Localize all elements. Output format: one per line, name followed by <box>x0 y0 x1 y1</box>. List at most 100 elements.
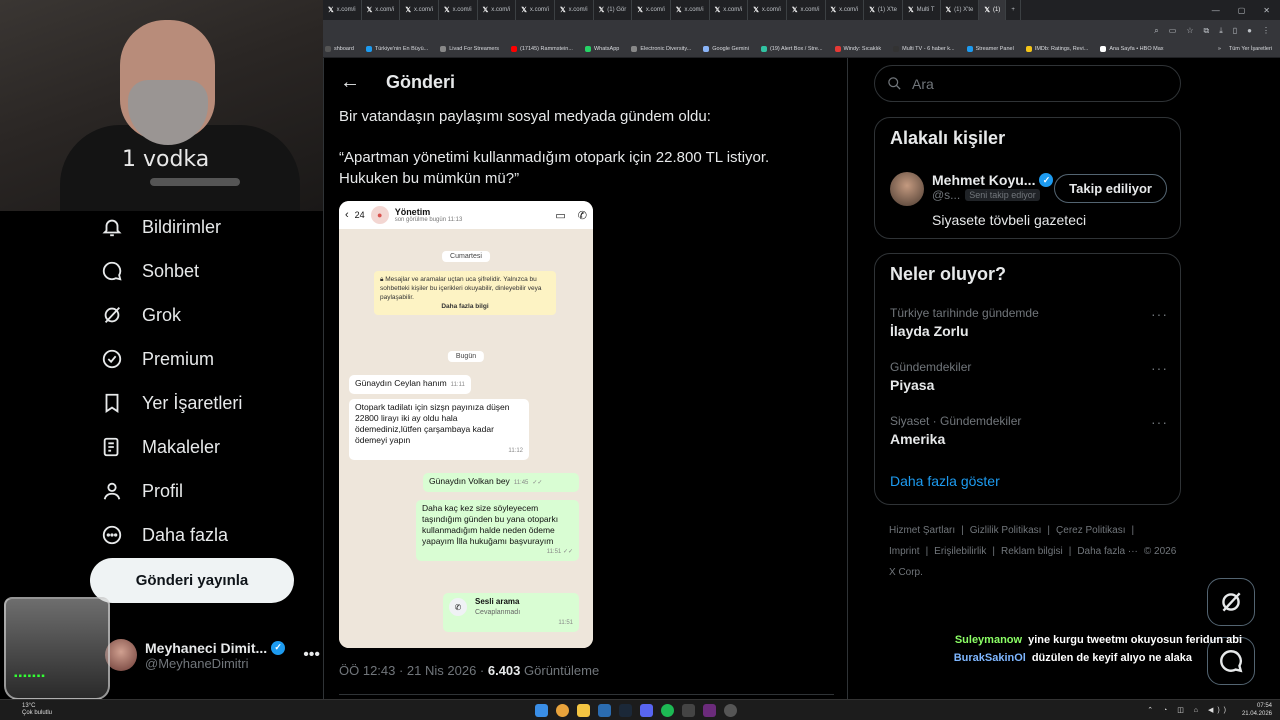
obs-icon[interactable] <box>703 704 716 717</box>
footer-link[interactable]: Hizmet Şartları <box>889 525 955 536</box>
star-icon[interactable]: ☆ <box>1186 26 1193 35</box>
window-controls[interactable]: — ▢ ✕ <box>1212 6 1280 15</box>
trend-item[interactable]: Siyaset · Gündemdekiler Amerika ··· <box>890 414 1168 447</box>
related-name[interactable]: Mehmet Koyu... <box>932 172 1035 188</box>
sidebar-item-profile[interactable]: Profil <box>90 469 323 513</box>
browser-tab[interactable]: 𝕏 (1) X'te <box>864 0 903 20</box>
chrome-icon[interactable] <box>556 704 569 717</box>
settings-icon[interactable] <box>682 704 695 717</box>
browser-tab[interactable]: 𝕏x.com/i <box>362 0 401 20</box>
sidebar-item-grok[interactable]: Grok <box>90 293 323 337</box>
sidebar-item-verified[interactable]: Premium <box>90 337 323 381</box>
app-icon[interactable] <box>724 704 737 717</box>
browser-tab[interactable]: 𝕏x.com/i <box>400 0 439 20</box>
browser-tab[interactable]: 𝕏x.com/i <box>632 0 671 20</box>
cast-icon[interactable]: ▭ <box>1169 26 1177 35</box>
profile-icon[interactable]: ● <box>1247 26 1252 35</box>
browser-tab[interactable]: 𝕏x.com/i <box>671 0 710 20</box>
avatar[interactable] <box>890 172 924 206</box>
sidebar-item-more[interactable]: Daha fazla <box>90 513 323 557</box>
back-arrow-icon[interactable]: ← <box>340 71 360 94</box>
clock[interactable]: 07:54 21.04.2026 <box>1242 702 1272 718</box>
browser-tab[interactable]: 𝕏x.com/i <box>787 0 826 20</box>
footer-link[interactable]: Erişilebilirlik <box>934 546 986 557</box>
bookmark-item[interactable]: IMDb: Ratings, Revi... <box>1025 46 1088 52</box>
sidebar-item-bell[interactable]: Bildirimler <box>90 205 323 249</box>
footer-link[interactable]: Daha fazla ··· <box>1077 546 1138 557</box>
sidebar-item-chat[interactable]: Sohbet <box>90 249 323 293</box>
menu-icon[interactable]: ⋮ <box>1262 26 1270 35</box>
close-window-icon[interactable]: ✕ <box>1263 6 1270 15</box>
all-bookmarks-link[interactable]: Tüm Yer İşaretleri <box>1229 46 1272 52</box>
footer-link[interactable]: Gizlilik Politikası <box>970 525 1042 536</box>
bookmark-item[interactable]: Türkiye'nin En Büyü... <box>365 46 428 52</box>
grok-button[interactable] <box>1207 578 1255 626</box>
system-tray[interactable]: ⌃ ◔ ◫ ⌂ ◀)) <box>1147 706 1230 714</box>
message-bubble: Günaydın Volkan bey 11:45 ✓✓ <box>423 473 579 492</box>
bookmark-item[interactable]: Multi TV - 6 haber k... <box>893 46 955 52</box>
browser-tab[interactable]: 𝕏x.com/i <box>826 0 865 20</box>
folder-icon[interactable] <box>577 704 590 717</box>
browser-tab[interactable]: 𝕏x.com/i <box>710 0 749 20</box>
footer-separator: | <box>992 546 996 557</box>
browser-tab[interactable]: 𝕏x.com/i <box>323 0 362 20</box>
verified-badge-icon: ✓ <box>1039 173 1054 187</box>
spotify-icon[interactable] <box>661 704 674 717</box>
maximize-icon[interactable]: ▢ <box>1238 6 1246 15</box>
steam-icon[interactable] <box>619 704 632 717</box>
stream-chat-line: BurakSakinOl düzülen de keyif alıyo ne al… <box>954 652 1192 664</box>
browser-tab[interactable]: 𝕏 (1) <box>979 0 1007 20</box>
bookmarks-overflow-icon[interactable]: » <box>1218 46 1221 52</box>
bookmark-item[interactable]: (19) Alert Box / Stre... <box>760 46 823 52</box>
tab-label: Multi T <box>916 7 935 13</box>
more-options-icon[interactable]: ··· <box>1151 414 1168 430</box>
bookmark-item[interactable]: Streamer Panel <box>966 46 1014 52</box>
search-input[interactable]: Ara <box>874 65 1181 102</box>
browser-tab[interactable]: 𝕏 (1) Gör <box>594 0 633 20</box>
bookmark-item[interactable]: Ana Sayfa • HBO Max <box>1100 46 1164 52</box>
footer-link[interactable]: Imprint <box>889 546 920 557</box>
bookmark-item[interactable]: Electronic Diversity... <box>631 46 691 52</box>
sidepanel-icon[interactable]: ▯ <box>1233 26 1237 35</box>
trend-item[interactable]: Gündemdekiler Piyasa ··· <box>890 360 1168 393</box>
chat-message: düzülen de keyif alıyo ne alaka <box>1031 652 1192 664</box>
post-button[interactable]: Gönderi yayınla <box>90 558 294 603</box>
new-tab-icon[interactable]: + <box>1006 0 1021 20</box>
bookmark-item[interactable]: shboard <box>325 46 354 52</box>
wa-back-count: 24 <box>354 210 365 220</box>
browser-tab[interactable]: 𝕏 Multi T <box>903 0 941 20</box>
start-icon[interactable] <box>535 704 548 717</box>
browser-tab[interactable]: 𝕏x.com/i <box>555 0 594 20</box>
more-options-icon[interactable]: ••• <box>303 646 320 664</box>
minimize-icon[interactable]: — <box>1212 6 1220 15</box>
tweet-timestamp[interactable]: ÖÖ 12:43 · 21 Nis 2026 · <box>339 663 488 678</box>
browser-tab[interactable]: 𝕏x.com/i <box>516 0 555 20</box>
bookmark-item[interactable]: Google Gemini <box>703 46 749 52</box>
trend-item[interactable]: Türkiye tarihinde gündemde İlayda Zorlu ··… <box>890 306 1168 339</box>
browser-tab[interactable]: 𝕏x.com/i <box>439 0 478 20</box>
browser-tab[interactable]: 𝕏 (1) X'te <box>941 0 980 20</box>
browser-tab[interactable]: 𝕏x.com/i <box>748 0 787 20</box>
sidebar-item-bookmark[interactable]: Yer İşaretleri <box>90 381 323 425</box>
bookmark-item[interactable]: Windy: Sıcaklık <box>834 46 881 52</box>
store-icon[interactable] <box>598 704 611 717</box>
show-more-link[interactable]: Daha fazla göster <box>890 473 1000 489</box>
following-button[interactable]: Takip ediliyor <box>1054 174 1167 203</box>
bookmark-label: Ana Sayfa • HBO Max <box>1109 46 1164 52</box>
bookmark-item[interactable]: WhatsApp <box>584 46 619 52</box>
bookmark-item[interactable]: (17145) Rammstein... <box>511 46 573 52</box>
bookmark-item[interactable]: Livad For Streamers <box>440 46 499 52</box>
browser-tab[interactable]: 𝕏x.com/i <box>478 0 517 20</box>
weather-widget[interactable]: 13°C Çok bulutlu <box>0 703 52 717</box>
footer-link[interactable]: Çerez Politikası <box>1056 525 1125 536</box>
more-options-icon[interactable]: ··· <box>1151 306 1168 322</box>
extensions-icon[interactable]: ⧉ <box>1203 26 1209 36</box>
zoom-icon[interactable]: ⌕ <box>1154 26 1158 36</box>
discord-icon[interactable] <box>640 704 653 717</box>
sidebar-item-article[interactable]: Makaleler <box>90 425 323 469</box>
tweet-image[interactable]: ‹ 24 ● Yönetim son görülme bugün 11:13 ▭… <box>339 201 593 648</box>
more-options-icon[interactable]: ··· <box>1151 360 1168 376</box>
download-icon[interactable]: ⤓ <box>1219 26 1223 36</box>
footer-link[interactable]: Reklam bilgisi <box>1001 546 1063 557</box>
account-switcher[interactable]: Meyhaneci Dimit... ✓ @MeyhaneDimitri ••• <box>105 634 320 676</box>
